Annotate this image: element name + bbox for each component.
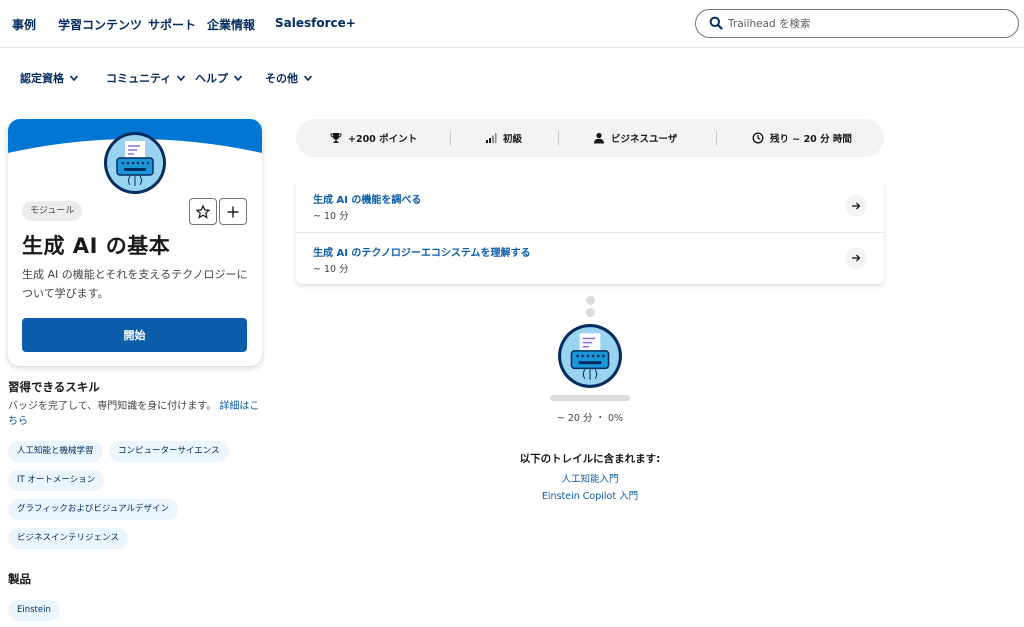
arrow-right-icon — [852, 254, 861, 262]
search-input[interactable] — [728, 14, 1008, 34]
skill-pill[interactable]: 人工知能と機械学習 — [8, 441, 103, 462]
skill-pill[interactable]: ビジネスインテリジェンス — [8, 528, 128, 549]
unit-duration: ~ 10 分 — [313, 211, 349, 222]
trail-link[interactable]: Einstein Copilot 入門 — [490, 488, 690, 502]
chevron-down-icon — [303, 75, 313, 82]
subnav-label: ヘルプ — [195, 72, 228, 85]
module-card: モジュール 生成 AI の基本 生成 AI の機能とそれを支えるテクノロジーにつ… — [8, 119, 262, 366]
chevron-down-icon — [177, 75, 186, 82]
chevron-down-icon — [233, 75, 243, 82]
top-nav: 事例 学習コンテンツ サポート 企業情報 Salesforce+ — [0, 0, 1024, 48]
module-badge-icon — [104, 132, 166, 194]
favorite-button[interactable] — [189, 198, 217, 225]
trails-title: 以下のトレイルに含まれます: — [519, 453, 661, 465]
clock-icon — [752, 132, 764, 144]
unit-title[interactable]: 生成 AI の機能を調べる — [313, 191, 421, 206]
subnav-label: 認定資格 — [20, 72, 64, 85]
skill-pill[interactable]: グラフィックおよびビジュアルデザイン — [8, 499, 178, 520]
divider — [716, 131, 717, 146]
subnav-more[interactable]: その他 — [265, 70, 313, 86]
module-badge-icon — [558, 324, 622, 388]
user-icon — [594, 132, 604, 144]
subnav-help[interactable]: ヘルプ — [195, 70, 243, 86]
progress-summary: ~ 20 分 ・ 0% — [556, 413, 624, 424]
unit-item[interactable]: 生成 AI のテクノロジーエコシステムを理解する ~ 10 分 — [296, 233, 884, 285]
module-tag: モジュール — [22, 201, 83, 221]
start-button[interactable]: 開始 — [22, 318, 247, 352]
chevron-down-icon — [69, 75, 79, 82]
subnav-certifications[interactable]: 認定資格 — [20, 70, 79, 86]
divider — [450, 131, 451, 146]
time-label: 残り ~ 20 分 時間 — [770, 134, 852, 145]
skills-title: 習得できるスキル — [8, 380, 100, 394]
search-icon — [709, 16, 723, 30]
units-list: 生成 AI の機能を調べる ~ 10 分 生成 AI のテクノロジーエコシステム… — [296, 180, 884, 284]
progress-step-dot — [586, 296, 595, 305]
role-info: ビジネスユーザ — [593, 119, 677, 157]
time-info: 残り ~ 20 分 時間 — [752, 119, 852, 157]
points-info: +200 ポイント — [330, 119, 417, 157]
trail-link[interactable]: 人工知能入門 — [490, 471, 690, 485]
nav-link-cases[interactable]: 事例 — [12, 16, 36, 33]
module-description: 生成 AI の機能とそれを支えるテクノロジーについて学びます。 — [22, 268, 248, 300]
points-label: +200 ポイント — [348, 134, 418, 145]
unit-duration: ~ 10 分 — [313, 264, 349, 275]
nav-link-support[interactable]: サポート — [148, 16, 196, 33]
divider — [558, 131, 559, 146]
unit-title[interactable]: 生成 AI のテクノロジーエコシステムを理解する — [313, 244, 531, 259]
skill-pill[interactable]: コンピューターサイエンス — [109, 441, 229, 462]
skills-description: バッジを完了して、専門知識を身に付けます。 詳細はこちら — [8, 399, 260, 429]
subnav-label: その他 — [265, 72, 298, 85]
role-label: ビジネスユーザ — [611, 134, 678, 145]
star-icon — [196, 204, 210, 219]
subnav-community[interactable]: コミュニティ — [106, 70, 186, 86]
progress-step-dot — [586, 308, 595, 317]
progress-bar — [550, 395, 630, 401]
level-label: 初級 — [503, 134, 523, 145]
search-box[interactable] — [695, 9, 1019, 38]
nav-link-salesforce-plus[interactable]: Salesforce+ — [275, 16, 356, 30]
subnav-label: コミュニティ — [106, 72, 172, 85]
skills-description-text: バッジを完了して、専門知識を身に付けます。 — [8, 401, 217, 412]
add-to-list-button[interactable] — [219, 198, 247, 225]
skill-pill[interactable]: IT オートメーション — [8, 470, 105, 491]
arrow-right-icon — [852, 202, 861, 210]
trophy-icon — [330, 133, 342, 143]
module-info-bar: +200 ポイント 初級 ビジネスユーザ 残り ~ 20 分 時間 — [296, 119, 884, 157]
nav-link-learning[interactable]: 学習コンテンツ — [58, 16, 142, 33]
plus-icon — [227, 206, 239, 217]
level-info: 初級 — [485, 119, 522, 157]
module-title: 生成 AI の基本 — [22, 234, 171, 258]
unit-item[interactable]: 生成 AI の機能を調べる ~ 10 分 — [296, 180, 884, 232]
unit-arrow-button[interactable] — [845, 195, 867, 217]
products-title: 製品 — [8, 572, 31, 586]
nav-link-company[interactable]: 企業情報 — [207, 16, 255, 33]
level-bars-icon — [486, 133, 497, 143]
product-pill[interactable]: Einstein — [8, 600, 60, 621]
unit-arrow-button[interactable] — [845, 247, 867, 269]
